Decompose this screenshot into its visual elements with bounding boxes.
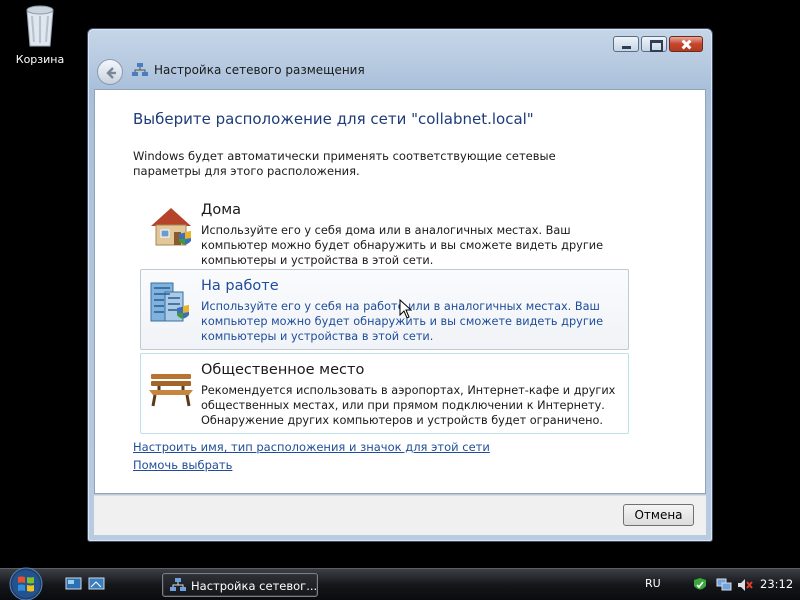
security-center-icon[interactable] (692, 577, 708, 593)
recycle-bin-icon (22, 2, 58, 48)
taskbar-item-network-setup[interactable]: Настройка сетевог... (162, 573, 318, 597)
public-bench-icon (147, 362, 197, 412)
option-home[interactable]: Дома Используйте его у себя дома или в а… (140, 193, 629, 274)
wizard-content: Выберите расположение для сети "collabne… (94, 89, 706, 494)
option-public[interactable]: Общественное место Рекомендуется использ… (140, 353, 629, 434)
close-button[interactable] (669, 36, 703, 52)
language-indicator[interactable]: RU (645, 577, 661, 590)
start-button[interactable] (6, 567, 46, 600)
help-choose-link[interactable]: Помочь выбрать (133, 458, 232, 472)
page-title: Выберите расположение для сети "collabne… (133, 110, 534, 128)
mouse-cursor-icon (399, 299, 413, 319)
show-desktop-icon[interactable] (65, 577, 82, 592)
taskbar: Настройка сетевог... RU 23:12 (0, 567, 800, 600)
option-home-description: Используйте его у себя дома или в аналог… (201, 224, 604, 267)
network-icon (132, 63, 148, 76)
option-public-description: Рекомендуется использовать в аэропортах,… (201, 384, 616, 427)
option-work-title: На работе (201, 278, 279, 294)
recycle-bin-shortcut[interactable]: Корзина (8, 2, 72, 66)
cancel-button[interactable]: Отмена (623, 504, 694, 526)
recycle-bin-label: Корзина (15, 53, 65, 66)
taskbar-clock[interactable]: 23:12 (760, 577, 793, 591)
customize-network-link[interactable]: Настроить имя, тип расположения и значок… (133, 440, 490, 454)
page-description: Windows будет автоматически применять со… (133, 149, 556, 178)
network-location-window: Настройка сетевого размещения Выберите р… (87, 28, 713, 542)
window-title-bar: Настройка сетевого размещения (132, 63, 365, 77)
option-public-title: Общественное место (201, 362, 365, 378)
window-title: Настройка сетевого размещения (154, 63, 365, 77)
windows-logo-icon (9, 567, 43, 600)
switch-windows-icon[interactable] (88, 577, 105, 592)
maximize-button[interactable] (641, 36, 667, 52)
option-home-title: Дома (201, 202, 242, 218)
network-icon (170, 578, 186, 591)
minimize-button[interactable] (613, 36, 639, 52)
volume-muted-icon[interactable] (737, 577, 753, 593)
work-building-icon (147, 278, 197, 328)
option-work[interactable]: На работе Используйте его у себя на рабо… (140, 269, 629, 350)
wizard-footer (94, 495, 706, 535)
taskbar-item-label: Настройка сетевог... (191, 579, 318, 593)
window-controls (613, 36, 703, 52)
back-arrow-icon (106, 67, 116, 79)
network-tray-icon[interactable] (716, 577, 732, 593)
back-button[interactable] (97, 59, 123, 85)
home-icon (147, 202, 197, 252)
